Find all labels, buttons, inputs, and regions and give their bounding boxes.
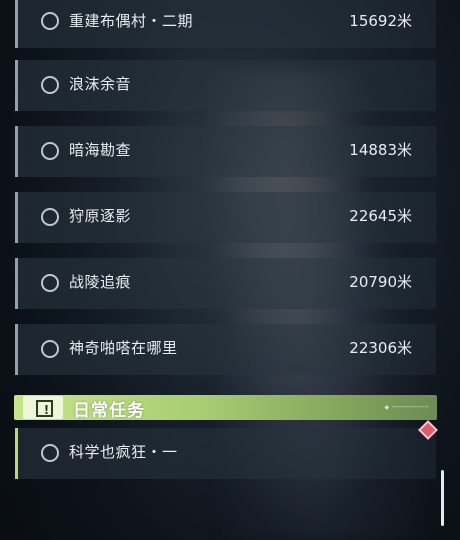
scrollbar[interactable]: [441, 470, 444, 526]
circle-outline-icon: [41, 12, 59, 30]
circle-outline-icon: [41, 208, 59, 226]
circle-outline-icon: [41, 76, 59, 94]
circle-outline-icon: [41, 444, 59, 462]
quest-name: 狩原逐影: [69, 207, 132, 225]
quest-distance: 14883米: [349, 141, 412, 159]
quest-distance: 22645米: [349, 207, 412, 225]
exclamation-glyph: !: [43, 403, 50, 417]
daily-quests-title: 日常任务: [73, 401, 145, 421]
quest-name: 重建布偶村・二期: [69, 12, 194, 30]
header-decoration: ◆ ─────────: [384, 404, 429, 411]
quest-item[interactable]: 暗海勘查 14883米: [15, 126, 436, 177]
quest-distance: 15692米: [349, 12, 412, 30]
quest-item[interactable]: 浪沫余音: [15, 60, 436, 111]
quest-name: 暗海勘查: [69, 141, 132, 159]
circle-outline-icon: [41, 340, 59, 358]
quest-item[interactable]: 狩原逐影 22645米: [15, 192, 436, 243]
quest-item[interactable]: 重建布偶村・二期 15692米: [15, 0, 436, 48]
quest-item[interactable]: 神奇啪嗒在哪里 22306米: [15, 324, 436, 375]
quest-distance: 22306米: [349, 339, 412, 357]
quest-distance: 20790米: [349, 273, 412, 291]
quest-item[interactable]: 战陵追痕 20790米: [15, 258, 436, 309]
quest-name: 神奇啪嗒在哪里: [69, 339, 178, 357]
exclamation-box-icon: !: [23, 396, 63, 419]
circle-outline-icon: [41, 142, 59, 160]
quest-name: 浪沫余音: [69, 75, 132, 93]
daily-quest-item[interactable]: 科学也疯狂・一: [15, 428, 436, 479]
badge-frame: !: [36, 400, 53, 417]
daily-quests-header[interactable]: ! 日常任务 ◆ ─────────: [14, 395, 437, 421]
quest-name: 战陵追痕: [69, 273, 132, 291]
quest-name: 科学也疯狂・一: [69, 443, 178, 461]
circle-outline-icon: [41, 274, 59, 292]
